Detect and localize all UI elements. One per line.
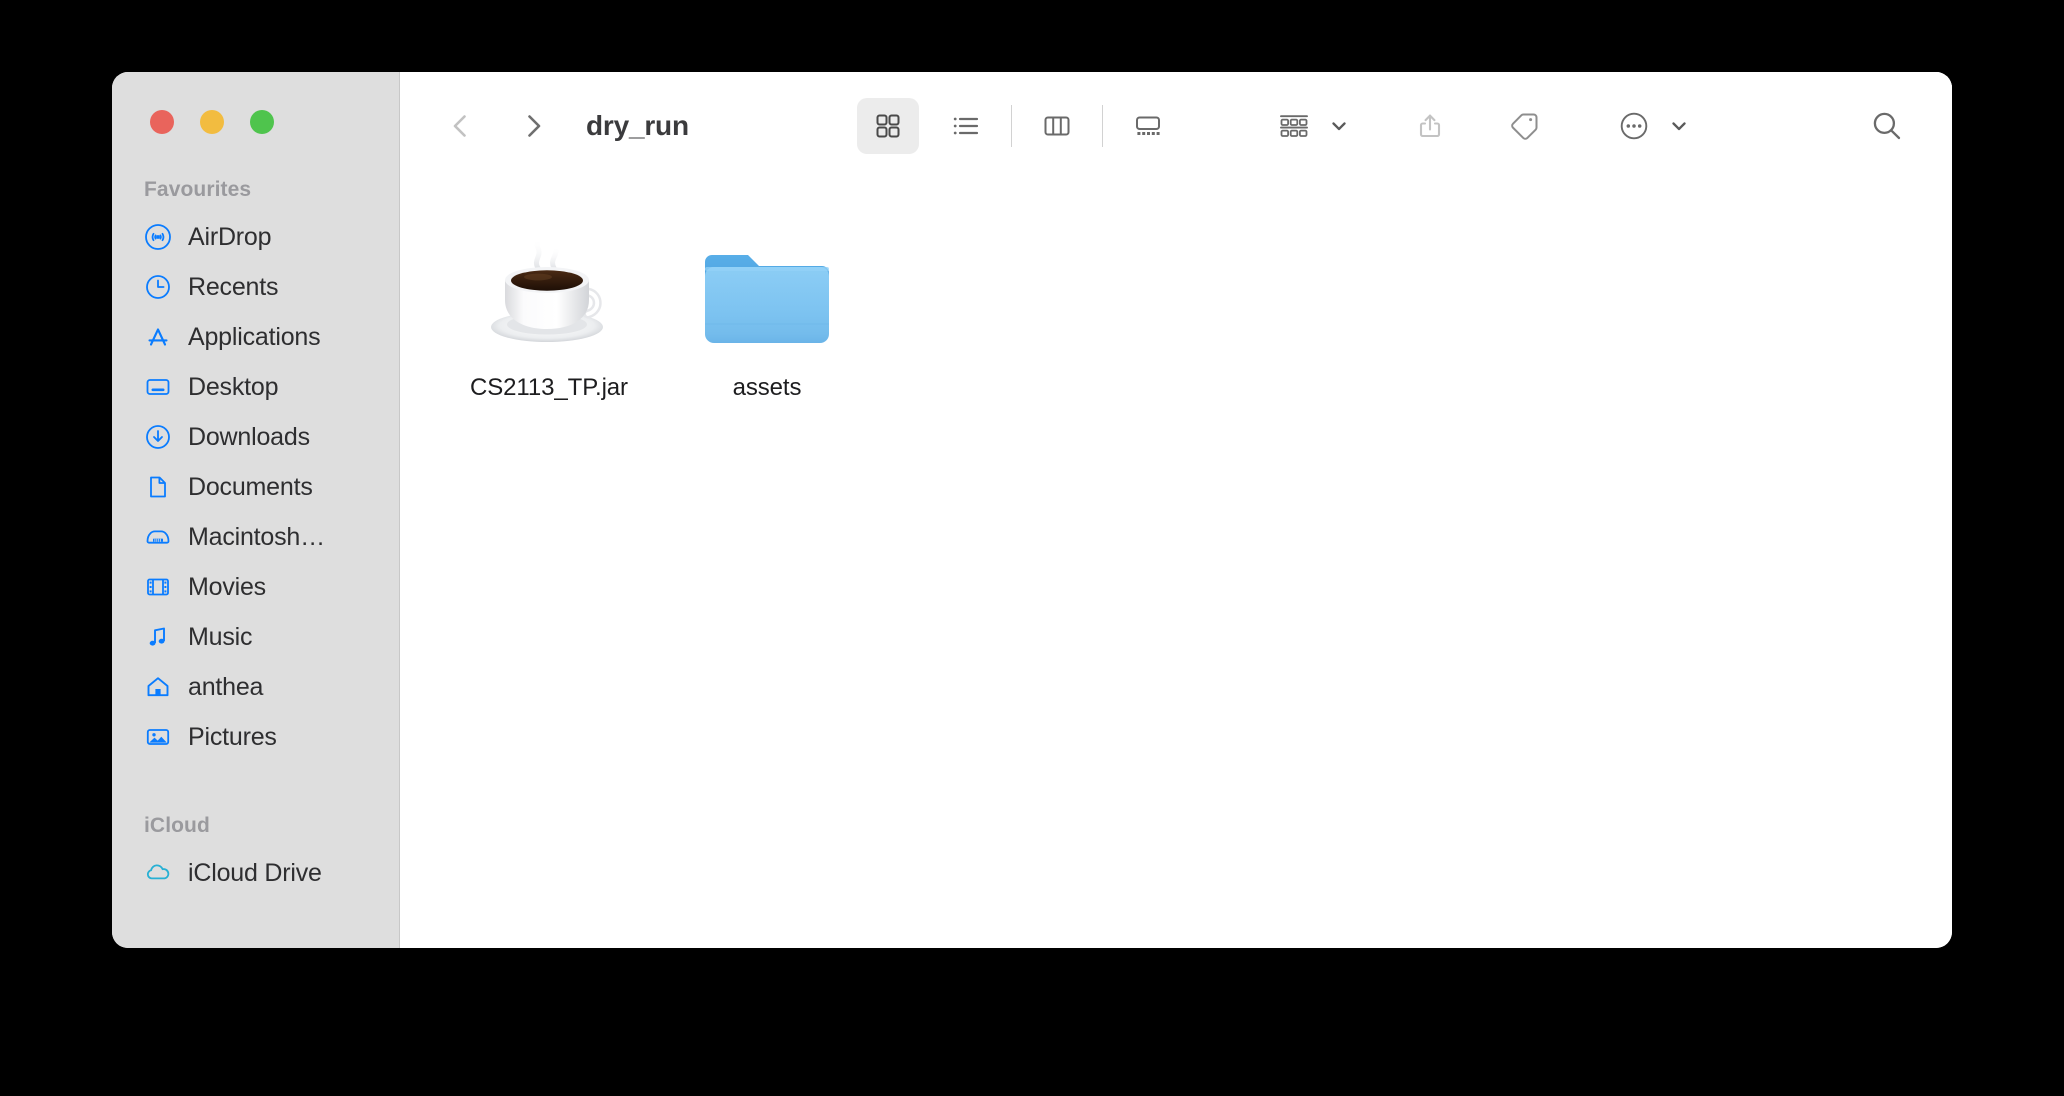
finder-window: Favourites AirDrop Recents Applications … — [112, 72, 1952, 948]
toolbar: dry_run — [400, 72, 1952, 180]
forward-button[interactable] — [506, 99, 560, 153]
sidebar-item-label: Applications — [188, 322, 321, 351]
download-icon — [144, 423, 172, 451]
toolbar-divider — [1102, 105, 1104, 147]
view-mode-list[interactable] — [935, 98, 997, 154]
group-by-icon — [1265, 98, 1323, 154]
search-button[interactable] — [1858, 98, 1916, 154]
sidebar-item-applications[interactable]: Applications — [112, 312, 399, 362]
sidebar-item-label: anthea — [188, 672, 264, 701]
sidebar-item-pictures[interactable]: Pictures — [112, 712, 399, 762]
main-pane: dry_run CS2113_TP.jar assets — [400, 72, 1952, 948]
cloud-icon — [144, 859, 172, 887]
view-mode-gallery[interactable] — [1117, 98, 1179, 154]
minimize-button[interactable] — [200, 110, 224, 134]
sidebar-item-anthea[interactable]: anthea — [112, 662, 399, 712]
sidebar-item-movies[interactable]: Movies — [112, 562, 399, 612]
desktop-icon — [144, 373, 172, 401]
file-grid: CS2113_TP.jar assets — [400, 180, 1952, 948]
sidebar-item-downloads[interactable]: Downloads — [112, 412, 399, 462]
tags-button[interactable] — [1495, 98, 1553, 154]
sidebar-item-airdrop[interactable]: AirDrop — [112, 212, 399, 262]
sidebar: Favourites AirDrop Recents Applications … — [112, 72, 400, 948]
clock-icon — [144, 273, 172, 301]
sidebar-item-label: Documents — [188, 472, 313, 501]
harddisk-icon — [144, 523, 172, 551]
share-button[interactable] — [1401, 98, 1459, 154]
sidebar-section-icloud-title: iCloud — [144, 814, 210, 837]
file-label: CS2113_TP.jar — [470, 374, 628, 401]
view-mode-column[interactable] — [1026, 98, 1088, 154]
sidebar-item-documents[interactable]: Documents — [112, 462, 399, 512]
applications-icon — [144, 323, 172, 351]
file-item-jar[interactable]: CS2113_TP.jar — [440, 220, 658, 402]
window-controls — [112, 72, 399, 134]
sidebar-item-recents[interactable]: Recents — [112, 262, 399, 312]
sidebar-item-label: Pictures — [188, 722, 277, 751]
sidebar-item-label: Desktop — [188, 372, 279, 401]
sidebar-list-favourites: AirDrop Recents Applications Desktop Dow… — [112, 212, 399, 762]
view-mode-icon[interactable] — [857, 98, 920, 154]
close-button[interactable] — [150, 110, 174, 134]
sidebar-item-macintosh-hd[interactable]: Macintosh… — [112, 512, 399, 562]
picture-icon — [144, 723, 172, 751]
sidebar-item-icloud-drive[interactable]: iCloud Drive — [112, 848, 399, 898]
view-mode-group — [857, 98, 1179, 154]
toolbar-divider — [1011, 105, 1013, 147]
back-button[interactable] — [434, 99, 488, 153]
more-actions-button[interactable] — [1605, 98, 1689, 154]
sidebar-item-label: AirDrop — [188, 222, 272, 251]
sidebar-item-desktop[interactable]: Desktop — [112, 362, 399, 412]
sidebar-item-label: Music — [188, 622, 253, 651]
coffee-cup-icon — [474, 220, 624, 352]
home-icon — [144, 673, 172, 701]
sidebar-item-label: Recents — [188, 272, 279, 301]
chevron-down-icon — [1669, 116, 1689, 136]
file-item-folder[interactable]: assets — [658, 220, 876, 402]
film-icon — [144, 573, 172, 601]
music-note-icon — [144, 623, 172, 651]
page-title: dry_run — [586, 110, 689, 141]
chevron-down-icon — [1329, 116, 1349, 136]
group-by-button[interactable] — [1265, 98, 1349, 154]
sidebar-item-label: Macintosh… — [188, 522, 325, 551]
ellipsis-circle-icon — [1605, 98, 1663, 154]
sidebar-item-label: Downloads — [188, 422, 310, 451]
sidebar-item-label: iCloud Drive — [188, 858, 322, 887]
sidebar-list-icloud: iCloud Drive — [112, 848, 399, 898]
sidebar-item-label: Movies — [188, 572, 266, 601]
airdrop-icon — [144, 223, 172, 251]
sidebar-item-music[interactable]: Music — [112, 612, 399, 662]
maximize-button[interactable] — [250, 110, 274, 134]
document-icon — [144, 473, 172, 501]
file-label: assets — [732, 374, 802, 401]
folder-icon — [699, 220, 835, 352]
sidebar-section-favourites-title: Favourites — [144, 178, 252, 201]
